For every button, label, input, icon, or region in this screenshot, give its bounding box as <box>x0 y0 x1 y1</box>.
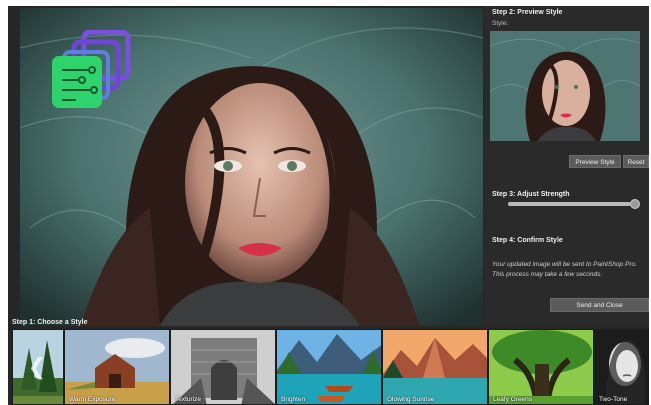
thumbnail-label: Texturize <box>175 396 202 403</box>
thumbnail-label: Glowing Sunrise <box>387 396 435 403</box>
thumbnail-label: Warm Exposure <box>69 396 116 403</box>
step4-title: Step 4: Confirm Style <box>492 237 563 244</box>
step2-title: Step 2: Preview Style <box>492 9 563 16</box>
style-settings-panel: Step 2: Preview Style Style: Preview Sty… <box>484 6 649 326</box>
thumbnail-label: Leafy Greens <box>493 396 533 403</box>
style-thumbnail-texturize[interactable]: Texturize <box>170 329 276 405</box>
style-thumbnail-two-tone[interactable]: Two-Tone <box>594 329 649 405</box>
ai-style-transfer-window: Step 2: Preview Style Style: Preview Sty… <box>8 6 649 405</box>
reset-button[interactable]: Reset <box>623 155 649 168</box>
step3-title: Step 3: Adjust Strength <box>492 191 570 198</box>
style-preview-thumbnail <box>490 31 640 141</box>
strength-slider-thumb[interactable] <box>630 199 640 209</box>
style-thumbnail-warm-exposure[interactable]: Warm Exposure <box>64 329 170 405</box>
app-logo-icon <box>52 30 131 108</box>
preview-style-button[interactable]: Preview Style <box>569 155 621 168</box>
style-filmstrip: Warm Exposure Texturize Brighten Glowing… <box>12 329 649 405</box>
chevron-left-icon[interactable]: ❮ <box>12 329 62 405</box>
thumbnail-label: Two-Tone <box>599 396 628 403</box>
main-image-preview <box>20 8 483 326</box>
style-label: Style: <box>492 20 509 27</box>
send-and-close-button[interactable]: Send and Close <box>550 298 649 312</box>
strength-slider-fill <box>508 202 631 206</box>
style-thumbnail-glowing-sunrise[interactable]: Glowing Sunrise <box>382 329 488 405</box>
style-thumbnail-leafy-greens[interactable]: Leafy Greens <box>488 329 594 405</box>
confirm-description: Your updated image will be sent to Paint… <box>492 261 637 278</box>
thumbnail-label: Brighten <box>281 396 306 403</box>
style-thumbnail-brighten[interactable]: Brighten <box>276 329 382 405</box>
step1-title: Step 1: Choose a Style <box>12 319 88 326</box>
strength-slider-track[interactable] <box>508 202 634 206</box>
